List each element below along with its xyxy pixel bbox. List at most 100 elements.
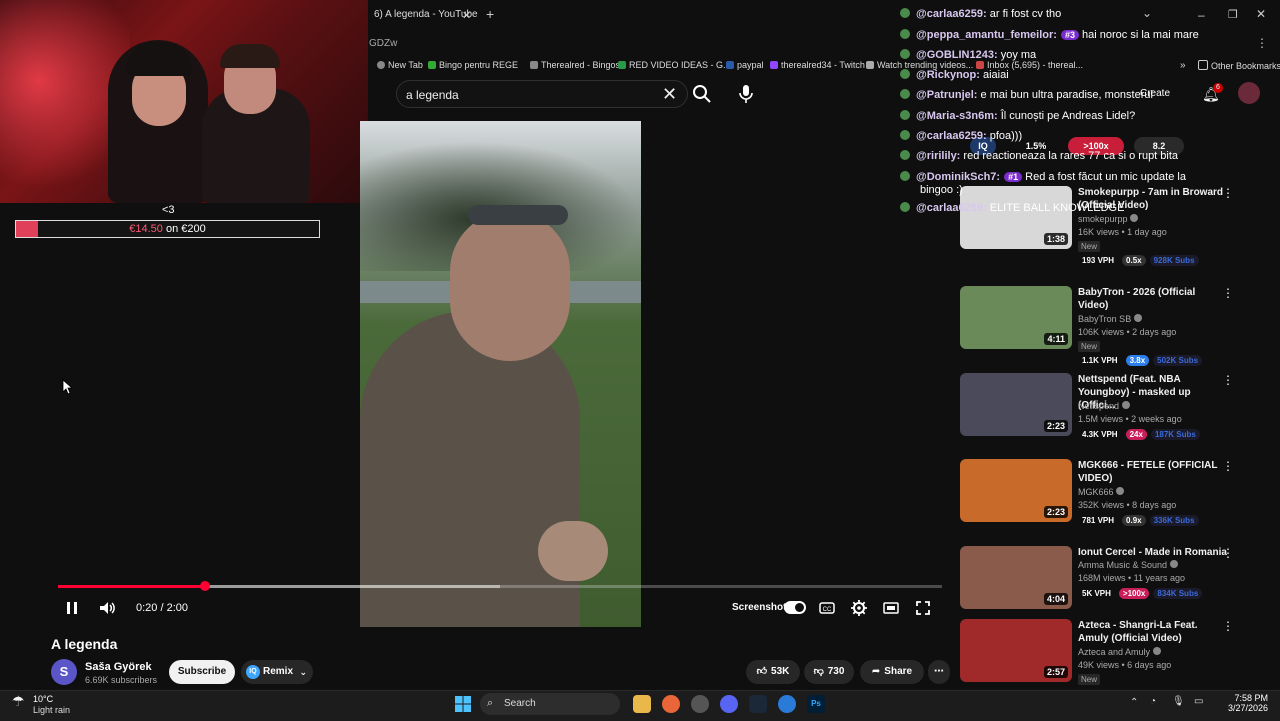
- account-avatar[interactable]: [1238, 82, 1260, 104]
- thumbs-up-icon: 👍︎: [756, 666, 768, 677]
- video-thumbnail[interactable]: 2:57: [960, 619, 1072, 682]
- bookmark-twitch[interactable]: therealred34 - Twitch: [770, 60, 865, 70]
- tab-close-icon[interactable]: ✕: [462, 9, 471, 22]
- chat-message: @carlaa6259: ELITE BALL KNOWLEDGE: [900, 202, 1124, 214]
- dislike-button[interactable]: 👎︎ 730: [804, 660, 854, 684]
- bookmark-paypal[interactable]: paypal: [726, 60, 764, 70]
- channel-avatar[interactable]: S: [51, 659, 77, 685]
- more-options-icon[interactable]: ⋮: [1222, 546, 1234, 560]
- video-thumbnail[interactable]: 4:04: [960, 546, 1072, 609]
- recommended-meta: 106K views • 2 days ago: [1078, 327, 1177, 337]
- recommended-channel[interactable]: Nettspend: [1078, 401, 1130, 411]
- chat-user-badge-icon: [900, 202, 910, 212]
- captions-icon[interactable]: CC: [817, 598, 837, 618]
- tab-search-chevron-icon[interactable]: ⌄: [1142, 6, 1152, 20]
- microphone-icon[interactable]: [736, 82, 756, 106]
- recommended-stats: 1.1K VPH 3.8x 502K Subs: [1078, 355, 1206, 366]
- screenshot-toggle[interactable]: [784, 601, 806, 614]
- more-actions-icon[interactable]: ⋯: [928, 660, 950, 684]
- recommended-video[interactable]: 1:38 Smokepurpp - 7am in Broward (Officia…: [960, 186, 1260, 266]
- chat-text: e mai bun ultra paradise, monsterul: [977, 89, 1153, 101]
- mouse-cursor-icon: [62, 379, 74, 395]
- channel-name[interactable]: Saša Györek: [85, 661, 152, 673]
- more-options-icon[interactable]: ⋮: [1222, 286, 1234, 300]
- more-options-icon[interactable]: ⋮: [1222, 373, 1234, 387]
- recommended-title[interactable]: BabyTron - 2026 (Official Video): [1078, 286, 1228, 312]
- recommended-channel[interactable]: Amma Music & Sound: [1078, 560, 1178, 570]
- fullscreen-icon[interactable]: [913, 598, 933, 618]
- microphone-tray-icon[interactable]: 🎙︎: [1172, 696, 1185, 707]
- taskbar-clock[interactable]: 7:58 PM 3/27/2026: [1220, 693, 1268, 713]
- bookmark-bingo[interactable]: Bingo pentru REGE: [428, 60, 518, 70]
- weather-rain-icon[interactable]: ☂: [12, 693, 25, 710]
- recommended-video[interactable]: 2:23 Nettspend (Feat. NBA Youngboy) - mas…: [960, 373, 1260, 443]
- bookmark-new-tab[interactable]: New Tab: [377, 60, 423, 70]
- steam-icon[interactable]: [749, 695, 767, 713]
- recommended-channel[interactable]: smokepurpp: [1078, 214, 1139, 224]
- discord-icon[interactable]: [720, 695, 738, 713]
- recommended-title[interactable]: MGK666 - FETELE (OFFICIAL VIDEO): [1078, 459, 1228, 485]
- subscribe-button[interactable]: Subscribe: [169, 660, 235, 684]
- video-thumbnail[interactable]: 4:11: [960, 286, 1072, 349]
- recommended-video[interactable]: 4:11 BabyTron - 2026 (Official Video) Baby…: [960, 286, 1260, 366]
- bookmark-video-ideas[interactable]: RED VIDEO IDEAS - G...: [618, 60, 731, 70]
- recommended-channel[interactable]: MGK666: [1078, 487, 1125, 497]
- recommended-title[interactable]: Ionut Cercel - Made in Romania: [1078, 546, 1228, 559]
- video-thumbnail[interactable]: 1:38: [960, 186, 1072, 249]
- search-input[interactable]: a legenda: [406, 88, 459, 102]
- share-button[interactable]: ➦ Share: [860, 660, 924, 684]
- settings-gear-icon[interactable]: [849, 598, 869, 618]
- search-icon[interactable]: [690, 82, 714, 106]
- chrome-icon[interactable]: [778, 695, 796, 713]
- more-options-icon[interactable]: ⋮: [1222, 186, 1234, 200]
- bookmark-therealred[interactable]: Therealred - Bingos: [530, 60, 620, 70]
- recommended-channel[interactable]: BabyTron SB: [1078, 314, 1142, 324]
- weather-temp[interactable]: 10°C: [33, 694, 53, 704]
- chat-text: Red a fost făcut un mic update la: [1022, 171, 1186, 183]
- video-title: A legenda: [51, 636, 118, 652]
- file-explorer-icon[interactable]: [633, 695, 651, 713]
- volume-icon[interactable]: [97, 598, 117, 618]
- display-icon[interactable]: ▭: [1194, 696, 1203, 707]
- browser-menu-icon[interactable]: ⋮: [1256, 36, 1268, 50]
- recommended-video[interactable]: 2:23 MGK666 - FETELE (OFFICIAL VIDEO) MGK6…: [960, 459, 1260, 529]
- like-button[interactable]: 👍︎ 53K: [746, 660, 800, 684]
- video-thumbnail[interactable]: 2:23: [960, 459, 1072, 522]
- recommended-title[interactable]: Azteca - Shangri-La Feat. Amuly (Officia…: [1078, 619, 1228, 645]
- close-window-icon[interactable]: ✕: [1256, 7, 1266, 21]
- maximize-icon[interactable]: ❐: [1228, 8, 1238, 21]
- other-bookmarks[interactable]: Other Bookmarks: [1198, 60, 1280, 71]
- video-frame[interactable]: [360, 121, 641, 627]
- url-fragment[interactable]: GDZw: [369, 38, 397, 49]
- minimize-icon[interactable]: –: [1198, 8, 1205, 22]
- remix-button[interactable]: IQ Remix ⌄: [241, 660, 313, 684]
- recommended-channel[interactable]: Azteca and Amuly: [1078, 647, 1161, 657]
- weather-condition[interactable]: Light rain: [33, 705, 70, 715]
- subs-stat: 187K Subs: [1150, 429, 1200, 440]
- theater-mode-icon[interactable]: [881, 598, 901, 618]
- pause-icon[interactable]: [62, 598, 82, 618]
- tiktok-icon: [866, 61, 874, 69]
- video-thumbnail[interactable]: 2:23: [960, 373, 1072, 436]
- recommended-video[interactable]: 2:57 Azteca - Shangri-La Feat. Amuly (Off…: [960, 619, 1260, 689]
- windows-start-icon[interactable]: [454, 695, 472, 713]
- taskbar-search-label: Search: [504, 698, 536, 709]
- more-options-icon[interactable]: ⋮: [1222, 619, 1234, 633]
- webcam-overlay: [0, 0, 368, 203]
- chat-message: @carlaa6259: pfoa))): [900, 130, 1022, 142]
- new-tab-icon[interactable]: +: [486, 6, 494, 22]
- clear-search-icon[interactable]: ✕: [662, 84, 677, 105]
- chat-message: @Maria-s3n6m: Îl cunoști pe Andreas Lide…: [900, 110, 1135, 122]
- taskbar-search[interactable]: [480, 693, 620, 715]
- progress-scrubber[interactable]: [200, 581, 210, 591]
- chat-text: hai noroc si la mai mare: [1078, 29, 1199, 41]
- network-icon[interactable]: ◔: [1150, 696, 1156, 707]
- obs-icon[interactable]: [691, 695, 709, 713]
- video-duration: 2:23: [1043, 506, 1068, 518]
- more-options-icon[interactable]: ⋮: [1222, 459, 1234, 473]
- recommended-video[interactable]: 4:04 Ionut Cercel - Made in Romania Amma M…: [960, 546, 1260, 616]
- bookmarks-chevron-icon[interactable]: »: [1180, 60, 1186, 71]
- tray-chevron-icon[interactable]: ⌃: [1130, 697, 1138, 708]
- photoshop-icon[interactable]: Ps: [807, 695, 825, 713]
- firefox-icon[interactable]: [662, 695, 680, 713]
